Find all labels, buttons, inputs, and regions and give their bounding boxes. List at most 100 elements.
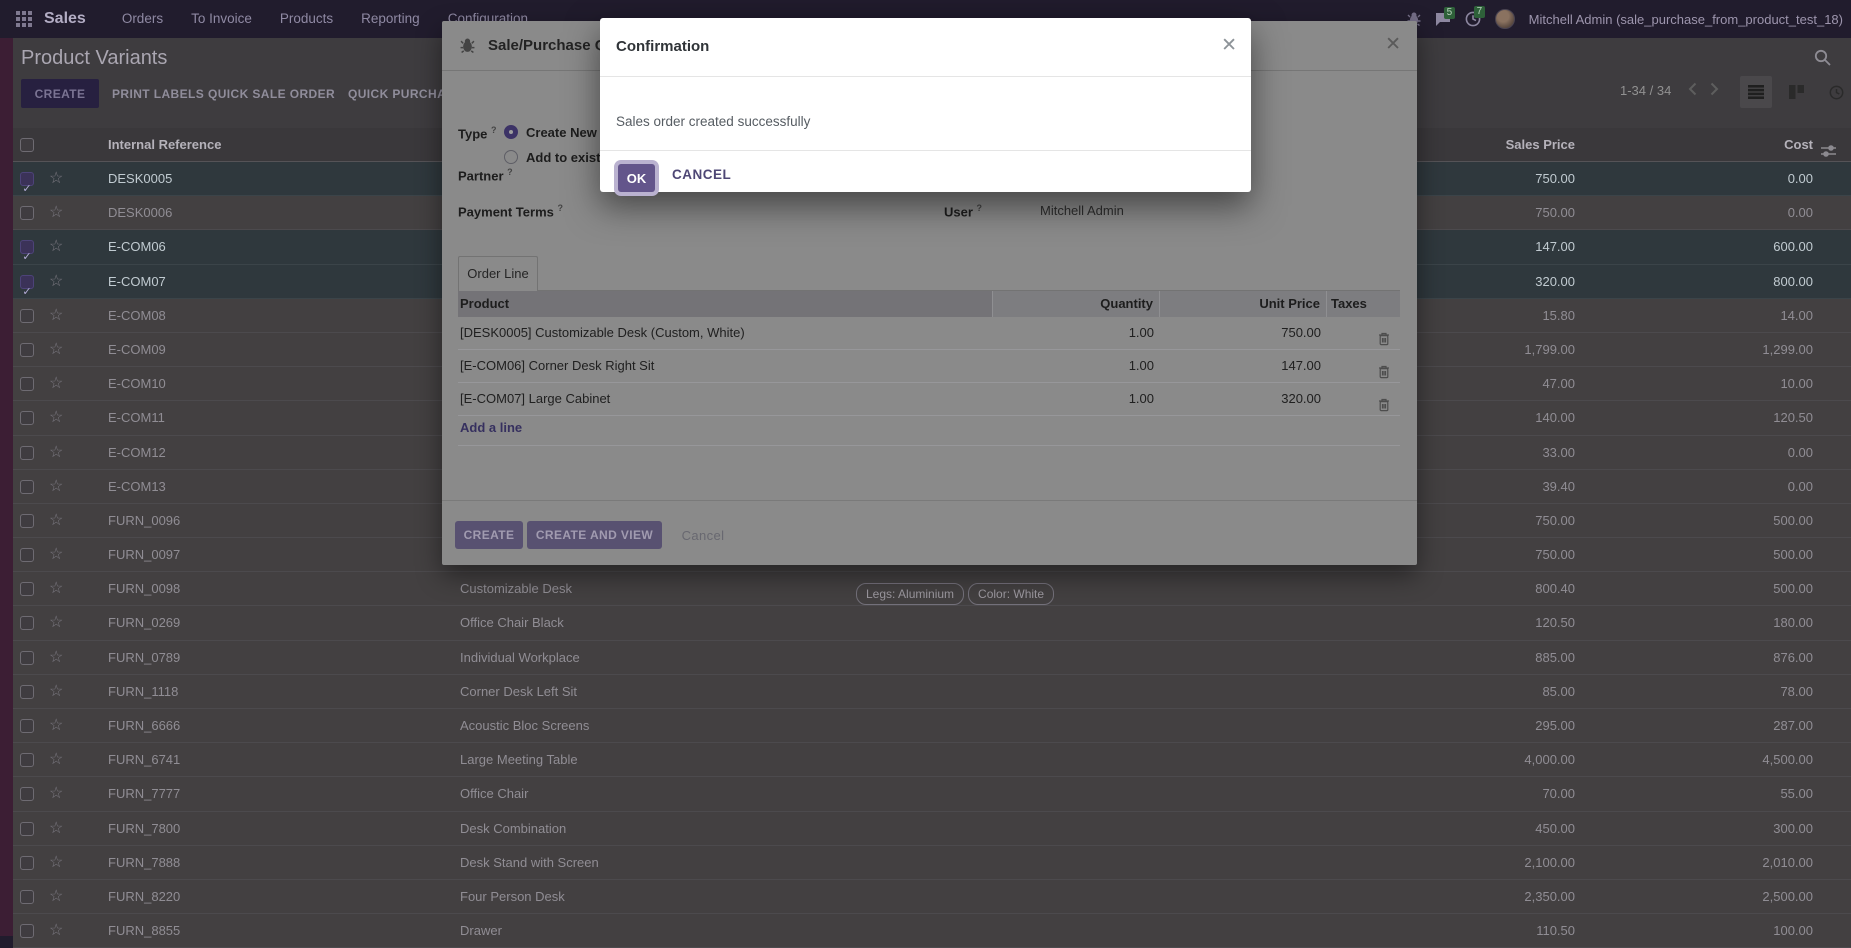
row-checkbox[interactable] [20,753,34,767]
row-checkbox[interactable] [20,651,34,665]
user-avatar[interactable] [1495,9,1515,29]
navbar-menu-products[interactable]: Products [266,0,347,38]
favorite-star-icon[interactable] [49,812,63,846]
col-taxes[interactable]: Taxes [1327,291,1400,317]
row-checkbox[interactable] [20,377,34,391]
row-checkbox[interactable] [20,685,34,699]
table-row[interactable]: FURN_1118 Corner Desk Left Sit 85.00 78.… [13,675,1851,709]
favorite-star-icon[interactable] [49,914,63,948]
navbar-menu-orders[interactable]: Orders [108,0,177,38]
favorite-star-icon[interactable] [49,675,63,709]
table-row[interactable]: FURN_8220 Four Person Desk 2,350.00 2,50… [13,880,1851,914]
column-cost[interactable]: Cost [1583,128,1813,161]
favorite-star-icon[interactable] [49,572,63,606]
dialog-close-icon[interactable]: ✕ [1221,34,1237,57]
search-icon[interactable] [1814,49,1831,71]
col-product[interactable]: Product [458,291,993,317]
col-unit-price[interactable]: Unit Price [1160,291,1327,317]
favorite-star-icon[interactable] [49,880,63,914]
row-checkbox[interactable] [20,616,34,630]
radio-create-new[interactable] [504,125,518,139]
create-button[interactable]: CREATE [21,79,99,108]
order-line-row[interactable]: [DESK0005] Customizable Desk (Custom, Wh… [458,317,1400,350]
row-checkbox[interactable] [20,446,34,460]
order-line-row[interactable]: [E-COM07] Large Cabinet 1.00 320.00 [458,383,1400,416]
print-labels-button[interactable]: PRINT LABELS [112,79,204,108]
row-checkbox[interactable] [20,856,34,870]
favorite-star-icon[interactable] [49,196,63,230]
row-checkbox[interactable] [20,172,34,186]
modal-close-icon[interactable]: ✕ [1385,33,1401,56]
table-row[interactable]: FURN_8855 Drawer 110.50 100.00 [13,914,1851,948]
quick-purchase-order-button[interactable]: QUICK PURCHA [348,79,446,108]
row-checkbox[interactable] [20,240,34,254]
favorite-star-icon[interactable] [49,162,63,196]
order-line-row[interactable]: [E-COM06] Corner Desk Right Sit 1.00 147… [458,350,1400,383]
favorite-star-icon[interactable] [49,743,63,777]
activities-clock-icon[interactable]: 7 [1465,11,1481,27]
row-checkbox[interactable] [20,309,34,323]
favorite-star-icon[interactable] [49,333,63,367]
ok-button[interactable]: OK [618,164,655,192]
table-row[interactable]: FURN_0269 Office Chair Black 120.50 180.… [13,606,1851,640]
favorite-star-icon[interactable] [49,709,63,743]
row-checkbox[interactable] [20,514,34,528]
favorite-star-icon[interactable] [49,846,63,880]
favorite-star-icon[interactable] [49,538,63,572]
navbar-menu-reporting[interactable]: Reporting [347,0,434,38]
modal-create-button[interactable]: CREATE [455,521,523,549]
delete-line-icon[interactable] [1378,392,1390,424]
list-view-icon[interactable] [1740,76,1772,108]
select-all-checkbox[interactable] [20,138,34,152]
quick-sale-order-button[interactable]: QUICK SALE ORDER [208,79,335,108]
row-checkbox[interactable] [20,548,34,562]
navbar-menu-to-invoice[interactable]: To Invoice [177,0,266,38]
favorite-star-icon[interactable] [49,401,63,435]
radio-add-existing[interactable] [504,150,518,164]
kanban-view-icon[interactable] [1780,76,1812,108]
table-row[interactable]: FURN_0789 Individual Workplace 885.00 87… [13,641,1851,675]
favorite-star-icon[interactable] [49,436,63,470]
row-checkbox[interactable] [20,411,34,425]
row-checkbox[interactable] [20,822,34,836]
favorite-star-icon[interactable] [49,230,63,264]
modal-create-and-view-button[interactable]: CREATE AND VIEW [527,521,662,549]
row-checkbox[interactable] [20,787,34,801]
column-internal-reference[interactable]: Internal Reference [108,128,221,161]
tab-order-line[interactable]: Order Line [458,256,538,291]
table-row[interactable]: FURN_7800 Desk Combination 450.00 300.00 [13,812,1851,846]
user-value[interactable]: Mitchell Admin [1040,203,1124,218]
table-row[interactable]: FURN_6666 Acoustic Bloc Screens 295.00 2… [13,709,1851,743]
radio-create-new-label[interactable]: Create New [526,125,597,140]
row-checkbox[interactable] [20,924,34,938]
favorite-star-icon[interactable] [49,299,63,333]
favorite-star-icon[interactable] [49,504,63,538]
messages-icon[interactable]: 5 [1435,12,1451,27]
favorite-star-icon[interactable] [49,777,63,811]
favorite-star-icon[interactable] [49,641,63,675]
modal-cancel-button[interactable]: Cancel [673,521,733,549]
app-name[interactable]: Sales [44,10,86,28]
favorite-star-icon[interactable] [49,606,63,640]
add-a-line-link[interactable]: Add a line [460,420,522,435]
favorite-star-icon[interactable] [49,367,63,401]
row-checkbox[interactable] [20,206,34,220]
favorite-star-icon[interactable] [49,470,63,504]
table-row[interactable]: FURN_0098 Customizable Desk Legs: Alumin… [13,572,1851,606]
col-quantity[interactable]: Quantity [993,291,1160,317]
cancel-button[interactable]: CANCEL [672,167,731,182]
apps-grid-icon[interactable] [16,11,32,27]
user-menu[interactable]: Mitchell Admin (sale_purchase_from_produ… [1529,12,1843,27]
row-checkbox[interactable] [20,890,34,904]
pager-next-icon[interactable] [1710,82,1719,101]
table-row[interactable]: FURN_7888 Desk Stand with Screen 2,100.0… [13,846,1851,880]
pager-previous-icon[interactable] [1688,82,1697,101]
activity-view-icon[interactable] [1820,76,1851,108]
table-row[interactable]: FURN_6741 Large Meeting Table 4,000.00 4… [13,743,1851,777]
row-checkbox[interactable] [20,480,34,494]
row-checkbox[interactable] [20,275,34,289]
row-checkbox[interactable] [20,719,34,733]
table-row[interactable]: FURN_7777 Office Chair 70.00 55.00 [13,777,1851,811]
radio-add-existing-label[interactable]: Add to existi [526,150,604,165]
favorite-star-icon[interactable] [49,265,63,299]
